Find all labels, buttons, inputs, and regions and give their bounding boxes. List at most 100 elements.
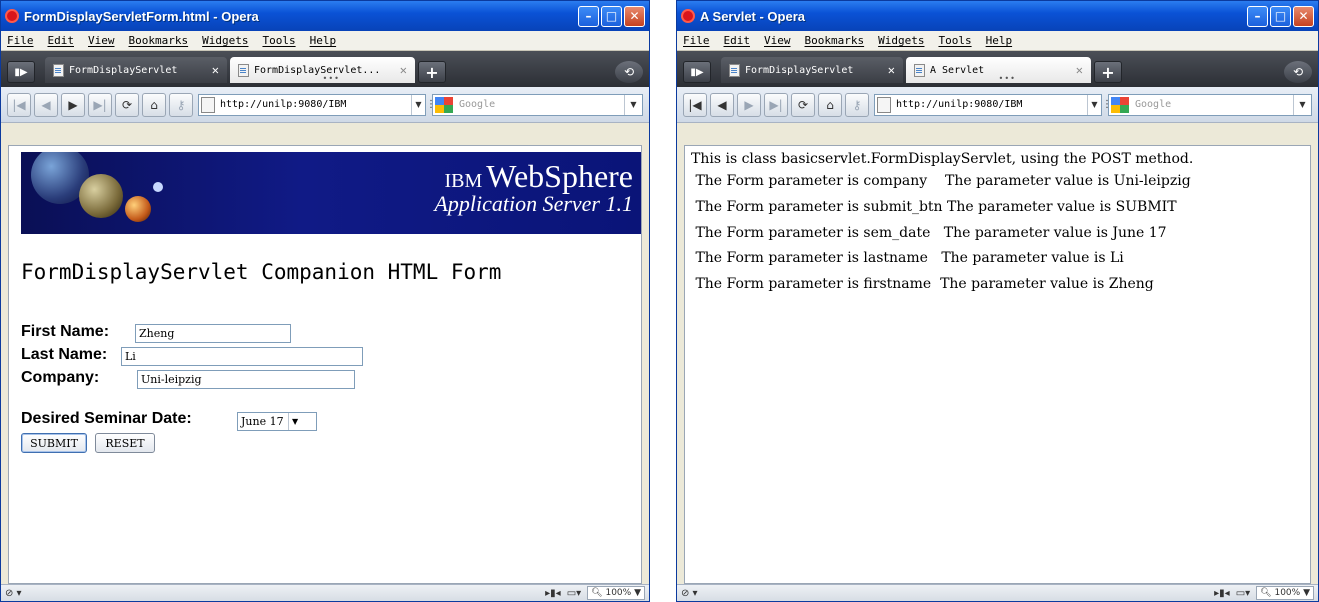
fast-forward-icon[interactable]: ▶|: [88, 92, 112, 117]
tab-label: FormDisplayServlet: [69, 64, 178, 76]
planet-graphic: [79, 174, 123, 218]
opera-menu-icon[interactable]: ⊘ ▾: [5, 588, 22, 599]
rewind-icon[interactable]: |◀: [7, 92, 31, 117]
menu-tools[interactable]: Tools: [938, 34, 971, 47]
title-bar[interactable]: FormDisplayServletForm.html - Opera – □ …: [1, 1, 649, 31]
minimize-button[interactable]: –: [1247, 5, 1268, 27]
chevron-down-icon[interactable]: ▼: [1293, 94, 1311, 115]
tab-close-icon[interactable]: ✕: [212, 63, 219, 77]
view-icon[interactable]: ▭▾: [1236, 588, 1250, 599]
home-icon[interactable]: ⌂: [818, 92, 842, 117]
websphere-banner: IBM WebSphere Application Server 1.1: [21, 152, 641, 234]
search-field[interactable]: Google ▼: [1108, 93, 1312, 116]
tab-a-servlet[interactable]: A Servlet ✕ •••: [906, 57, 1091, 83]
menu-help[interactable]: Help: [986, 34, 1013, 47]
forward-arrow-icon[interactable]: ▶: [61, 92, 85, 117]
close-button[interactable]: ✕: [624, 5, 645, 27]
menu-bar: File Edit View Bookmarks Widgets Tools H…: [677, 31, 1318, 51]
first-name-input[interactable]: Zheng: [135, 324, 291, 343]
reload-icon[interactable]: ⟳: [115, 92, 139, 117]
panel-toggle-button[interactable]: ▮▶: [683, 61, 711, 83]
chevron-down-icon[interactable]: ▼: [624, 94, 642, 115]
first-name-label: First Name:: [21, 323, 110, 340]
search-placeholder: Google: [459, 99, 496, 110]
speed-dial-icon[interactable]: ▸▮◂: [545, 588, 561, 599]
panel-toggle-button[interactable]: ▮▶: [7, 61, 35, 83]
back-arrow-icon[interactable]: ◀: [710, 92, 734, 117]
menu-edit[interactable]: Edit: [724, 34, 751, 47]
reload-icon[interactable]: ⟳: [791, 92, 815, 117]
key-icon[interactable]: ⚷: [169, 92, 193, 117]
minimize-button[interactable]: –: [578, 5, 599, 27]
tab-formdisplayservlet-active[interactable]: FormDisplayServlet... ✕ •••: [230, 57, 415, 83]
chevron-down-icon[interactable]: ▼: [287, 413, 302, 430]
fast-forward-icon[interactable]: ▶|: [764, 92, 788, 117]
menu-file[interactable]: File: [683, 34, 710, 47]
forward-arrow-icon[interactable]: ▶: [737, 92, 761, 117]
banner-brand: IBM: [444, 170, 483, 192]
menu-view[interactable]: View: [764, 34, 791, 47]
new-tab-button[interactable]: +: [1094, 61, 1122, 83]
menu-view[interactable]: View: [88, 34, 115, 47]
opera-menu-icon[interactable]: ⊘ ▾: [681, 588, 698, 599]
window-title: A Servlet - Opera: [700, 8, 806, 24]
seminar-date-value: June 17: [241, 415, 284, 428]
opera-logo-icon: [681, 9, 695, 23]
submit-button[interactable]: SUBMIT: [21, 433, 87, 453]
key-icon[interactable]: ⚷: [845, 92, 869, 117]
view-icon[interactable]: ▭▾: [567, 588, 581, 599]
menu-widgets[interactable]: Widgets: [878, 34, 924, 47]
zoom-control[interactable]: 🔍︎ 100% ▼: [587, 586, 645, 600]
page-icon: [238, 63, 249, 77]
menu-bookmarks[interactable]: Bookmarks: [129, 34, 189, 47]
page-icon: [914, 63, 925, 77]
menu-help[interactable]: Help: [310, 34, 337, 47]
tab-formdisplayservlet[interactable]: FormDisplayServlet ✕: [45, 57, 227, 83]
servlet-output-line: This is class basicservlet.FormDisplaySe…: [691, 151, 1194, 167]
maximize-button[interactable]: □: [601, 5, 622, 27]
tab-close-icon[interactable]: ✕: [400, 63, 407, 77]
opera-logo-icon: [5, 9, 19, 23]
chevron-down-icon[interactable]: ▼: [1087, 94, 1101, 115]
tab-close-icon[interactable]: ✕: [1076, 63, 1083, 77]
banner-product: WebSphere: [486, 158, 633, 194]
last-name-input[interactable]: Li: [121, 347, 363, 366]
servlet-output-line: The Form parameter is company The parame…: [691, 173, 1191, 189]
company-input[interactable]: Uni-leipzig: [137, 370, 355, 389]
status-bar: ⊘ ▾ ▸▮◂ ▭▾ 🔍︎ 100% ▼: [677, 584, 1318, 601]
home-icon[interactable]: ⌂: [142, 92, 166, 117]
address-bar[interactable]: http://unilp:9080/IBM ▼: [198, 93, 426, 116]
tab-formdisplayservlet[interactable]: FormDisplayServlet ✕: [721, 57, 903, 83]
speed-dial-icon[interactable]: ▸▮◂: [1214, 588, 1230, 599]
seminar-date-select[interactable]: June 17 ▼: [237, 412, 317, 431]
menu-tools[interactable]: Tools: [262, 34, 295, 47]
tab-dots-icon: •••: [322, 74, 340, 83]
planet-graphic: [125, 196, 151, 222]
reset-button[interactable]: RESET: [95, 433, 155, 453]
address-bar[interactable]: http://unilp:9080/IBM ▼: [874, 93, 1102, 116]
menu-file[interactable]: File: [7, 34, 34, 47]
maximize-button[interactable]: □: [1270, 5, 1291, 27]
window-title: FormDisplayServletForm.html - Opera: [24, 8, 259, 24]
url-text[interactable]: http://unilp:9080/IBM: [896, 99, 1087, 110]
tab-close-icon[interactable]: ✕: [888, 63, 895, 77]
rewind-icon[interactable]: |◀: [683, 92, 707, 117]
page-icon: [53, 63, 64, 77]
closed-tabs-icon[interactable]: ⟲: [615, 61, 643, 83]
search-field[interactable]: Google ▼: [432, 93, 643, 116]
planet-graphic: [153, 182, 163, 192]
page-content: IBM WebSphere Application Server 1.1 Form…: [8, 145, 642, 584]
menu-widgets[interactable]: Widgets: [202, 34, 248, 47]
new-tab-button[interactable]: +: [418, 61, 446, 83]
chevron-down-icon[interactable]: ▼: [411, 94, 425, 115]
url-text[interactable]: http://unilp:9080/IBM: [220, 99, 411, 110]
google-icon: [1111, 96, 1129, 113]
back-arrow-icon[interactable]: ◀: [34, 92, 58, 117]
menu-bookmarks[interactable]: Bookmarks: [805, 34, 865, 47]
zoom-control[interactable]: 🔍︎ 100% ▼: [1256, 586, 1314, 600]
close-button[interactable]: ✕: [1293, 5, 1314, 27]
title-bar[interactable]: A Servlet - Opera – □ ✕: [677, 1, 1318, 31]
magnifier-icon: 🔍︎: [591, 588, 606, 598]
menu-edit[interactable]: Edit: [48, 34, 75, 47]
closed-tabs-icon[interactable]: ⟲: [1284, 61, 1312, 83]
